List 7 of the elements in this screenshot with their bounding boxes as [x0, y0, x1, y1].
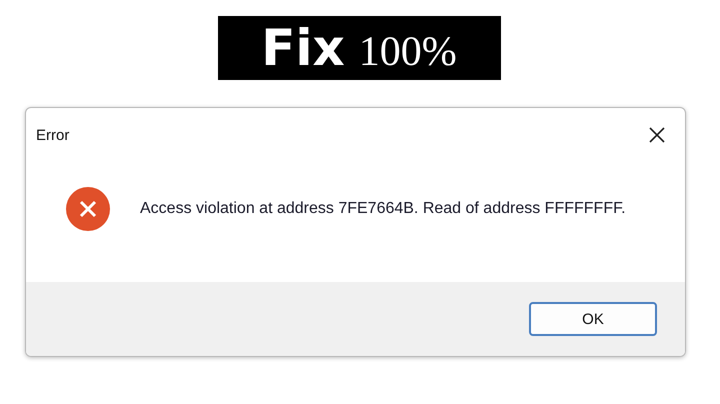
banner-title: Fix [261, 23, 345, 73]
banner-percent: 100% [358, 31, 457, 73]
window-title: Error [36, 126, 70, 144]
ok-button[interactable]: OK [529, 302, 657, 336]
error-message: Access violation at address 7FE7664B. Read of address FFFFFFFF. [140, 199, 627, 219]
close-icon[interactable] [648, 126, 666, 144]
error-icon [66, 187, 110, 231]
